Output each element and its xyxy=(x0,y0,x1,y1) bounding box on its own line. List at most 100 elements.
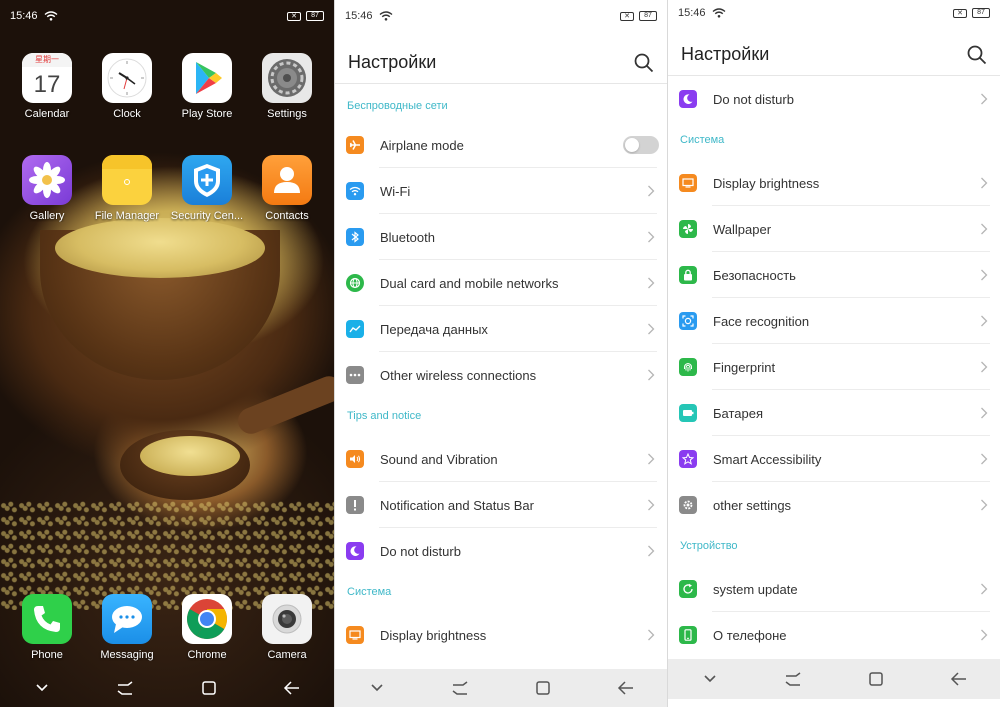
display-monitor-icon xyxy=(679,174,697,192)
app-label: Calendar xyxy=(24,108,70,120)
app-label: Settings xyxy=(267,108,307,120)
chevron-right-icon xyxy=(981,361,988,373)
recents-button-icon[interactable] xyxy=(781,667,805,691)
search-icon[interactable] xyxy=(633,52,655,74)
back-arrow-icon[interactable] xyxy=(280,676,304,700)
app-play-store[interactable]: Play Store xyxy=(167,53,247,120)
settings-screen-scrolled: 15:46 ✕ 87 Настройки Do not disturb Сист… xyxy=(667,0,1000,707)
settings-item-label: Wallpaper xyxy=(713,221,772,237)
calendar-weekday: 星期一 xyxy=(22,53,72,67)
status-bar: 15:46 ✕ 87 xyxy=(335,0,667,32)
app-chrome[interactable]: Chrome xyxy=(167,594,247,661)
app-camera[interactable]: Camera xyxy=(247,594,327,661)
gear-icon xyxy=(679,496,697,514)
settings-item-label: Батарея xyxy=(713,405,764,421)
recents-button-icon[interactable] xyxy=(113,676,137,700)
settings-item-battery[interactable]: Батарея xyxy=(668,390,1000,436)
chevron-right-icon xyxy=(648,185,655,197)
settings-item-wifi[interactable]: Wi-Fi xyxy=(335,168,667,214)
app-label: Camera xyxy=(267,649,307,661)
no-sim-icon: ✕ xyxy=(620,11,634,21)
settings-item-do-not-disturb[interactable]: Do not disturb xyxy=(335,528,667,574)
settings-item-data-transfer[interactable]: Передача данных xyxy=(335,306,667,352)
settings-item-label: Display brightness xyxy=(380,627,487,643)
app-clock[interactable]: Clock xyxy=(87,53,167,120)
settings-item-fingerprint[interactable]: Fingerprint xyxy=(668,344,1000,390)
app-label: Play Store xyxy=(181,108,233,120)
calendar-icon: 星期一 17 xyxy=(22,53,72,103)
section-header-device: Устройство xyxy=(680,540,738,552)
settings-item-label: Wi-Fi xyxy=(380,183,411,199)
back-arrow-icon[interactable] xyxy=(947,667,971,691)
settings-item-label: Bluetooth xyxy=(380,229,435,245)
settings-item-other-wireless[interactable]: Other wireless connections xyxy=(335,352,667,398)
wifi-icon xyxy=(712,8,726,18)
settings-item-label: Fingerprint xyxy=(713,359,776,375)
app-file-manager[interactable]: File Manager xyxy=(87,155,167,222)
back-arrow-icon[interactable] xyxy=(614,676,638,700)
wallpaper-grain xyxy=(55,218,265,278)
collapse-chevron-icon[interactable] xyxy=(30,676,54,700)
wallpaper-spoon-grain xyxy=(140,436,240,476)
app-contacts[interactable]: Contacts xyxy=(247,155,327,222)
chevron-right-icon xyxy=(981,223,988,235)
settings-item-do-not-disturb[interactable]: Do not disturb xyxy=(668,76,1000,122)
speaker-icon xyxy=(346,450,364,468)
app-settings[interactable]: Settings xyxy=(247,53,327,120)
settings-item-label: system update xyxy=(713,581,798,597)
app-gallery[interactable]: Gallery xyxy=(7,155,87,222)
settings-list: Беспроводные сети Airplane mode Wi-Fi Bl… xyxy=(335,90,667,658)
settings-item-security[interactable]: Безопасность xyxy=(668,252,1000,298)
settings-item-label: Airplane mode xyxy=(380,137,464,153)
settings-item-face-recognition[interactable]: Face recognition xyxy=(668,298,1000,344)
recents-button-icon[interactable] xyxy=(448,676,472,700)
home-button-icon[interactable] xyxy=(531,676,555,700)
app-label: Phone xyxy=(31,649,63,661)
settings-item-about-phone[interactable]: О телефоне xyxy=(668,612,1000,658)
app-security-center[interactable]: Security Cen... xyxy=(167,155,247,222)
settings-item-smart-accessibility[interactable]: Smart Accessibility xyxy=(668,436,1000,482)
settings-item-dual-card[interactable]: Dual card and mobile networks xyxy=(335,260,667,306)
settings-item-airplane-mode[interactable]: Airplane mode xyxy=(335,122,667,168)
app-label: Clock xyxy=(113,108,141,120)
settings-item-notification[interactable]: Notification and Status Bar xyxy=(335,482,667,528)
exclamation-icon xyxy=(346,496,364,514)
settings-list: Do not disturb Система Display brightnes… xyxy=(668,76,1000,658)
settings-item-sound[interactable]: Sound and Vibration xyxy=(335,436,667,482)
chevron-right-icon xyxy=(981,177,988,189)
page-title: Настройки xyxy=(681,44,770,64)
phone-device-icon xyxy=(679,626,697,644)
airplane-mode-toggle[interactable] xyxy=(623,136,659,154)
chevron-right-icon xyxy=(981,583,988,595)
home-button-icon[interactable] xyxy=(197,676,221,700)
settings-item-display-brightness[interactable]: Display brightness xyxy=(335,612,667,658)
search-icon[interactable] xyxy=(966,44,988,66)
settings-item-wallpaper[interactable]: Wallpaper xyxy=(668,206,1000,252)
home-button-icon[interactable] xyxy=(864,667,888,691)
app-phone[interactable]: Phone xyxy=(7,594,87,661)
battery-icon xyxy=(679,404,697,422)
app-calendar[interactable]: 星期一 17 Calendar xyxy=(7,53,87,120)
settings-item-label: other settings xyxy=(713,497,792,513)
chevron-right-icon xyxy=(981,499,988,511)
header-divider xyxy=(335,83,667,84)
settings-item-other-settings[interactable]: other settings xyxy=(668,482,1000,528)
settings-item-bluetooth[interactable]: Bluetooth xyxy=(335,214,667,260)
battery-indicator: 87 xyxy=(639,11,657,21)
settings-item-display-brightness[interactable]: Display brightness xyxy=(668,160,1000,206)
settings-item-system-update[interactable]: system update xyxy=(668,566,1000,612)
chevron-right-icon xyxy=(648,453,655,465)
no-sim-icon: ✕ xyxy=(953,8,967,18)
phone-icon xyxy=(22,594,72,644)
lock-icon xyxy=(679,266,697,284)
settings-item-label: Other wireless connections xyxy=(380,367,537,383)
app-label: Chrome xyxy=(187,649,227,661)
gallery-flower-icon xyxy=(22,155,72,205)
chevron-right-icon xyxy=(981,93,988,105)
collapse-chevron-icon[interactable] xyxy=(365,676,389,700)
app-messaging[interactable]: Messaging xyxy=(87,594,167,661)
navigation-bar xyxy=(0,669,334,707)
camera-icon xyxy=(262,594,312,644)
app-label: Security Cen... xyxy=(170,210,244,222)
collapse-chevron-icon[interactable] xyxy=(698,667,722,691)
